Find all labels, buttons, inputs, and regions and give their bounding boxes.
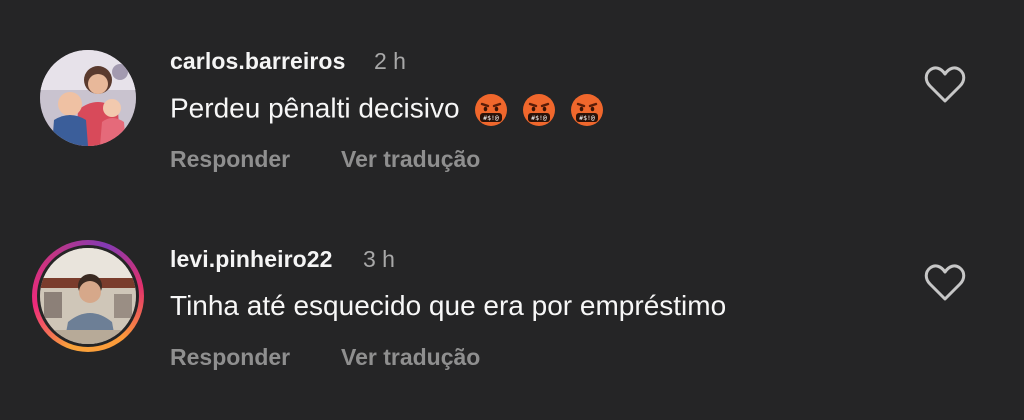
emoji-group: #$!@ #$!@ #$!@ xyxy=(473,92,609,128)
reply-button[interactable]: Responder xyxy=(170,146,290,173)
heart-icon[interactable] xyxy=(924,66,966,104)
comment-timestamp: 3 h xyxy=(363,246,395,272)
face-with-symbols-on-mouth-icon: #$!@ xyxy=(570,94,603,126)
avatar-photo xyxy=(40,248,136,344)
avatar[interactable] xyxy=(40,50,136,146)
svg-text:#$!@: #$!@ xyxy=(531,114,547,122)
comment-item: levi.pinheiro22 3 h Tinha até esquecido … xyxy=(0,218,1024,398)
comment-text-body: Perdeu pênalti decisivo xyxy=(170,92,460,124)
see-translation-button[interactable]: Ver tradução xyxy=(341,344,480,371)
reply-button[interactable]: Responder xyxy=(170,344,290,371)
svg-text:#$!@: #$!@ xyxy=(483,114,499,122)
avatar-photo xyxy=(40,50,136,146)
comment-text-body: Tinha até esquecido que era por emprésti… xyxy=(170,290,727,321)
face-with-symbols-on-mouth-icon: #$!@ xyxy=(523,94,556,126)
comment-text: Tinha até esquecido que era por emprésti… xyxy=(170,290,726,322)
comment-text: Perdeu pênalti decisivo #$!@ #$!@ #$!@ xyxy=(170,92,609,128)
avatar[interactable] xyxy=(32,240,144,352)
comment-item: carlos.barreiros 2 h Perdeu pênalti deci… xyxy=(0,20,1024,200)
comment-username[interactable]: levi.pinheiro22 xyxy=(170,246,333,273)
comment-username[interactable]: carlos.barreiros xyxy=(170,48,345,75)
face-with-symbols-on-mouth-icon: #$!@ xyxy=(475,94,508,126)
see-translation-button[interactable]: Ver tradução xyxy=(341,146,480,173)
svg-text:#$!@: #$!@ xyxy=(579,114,595,122)
comment-timestamp: 2 h xyxy=(374,48,406,74)
heart-icon[interactable] xyxy=(924,264,966,302)
